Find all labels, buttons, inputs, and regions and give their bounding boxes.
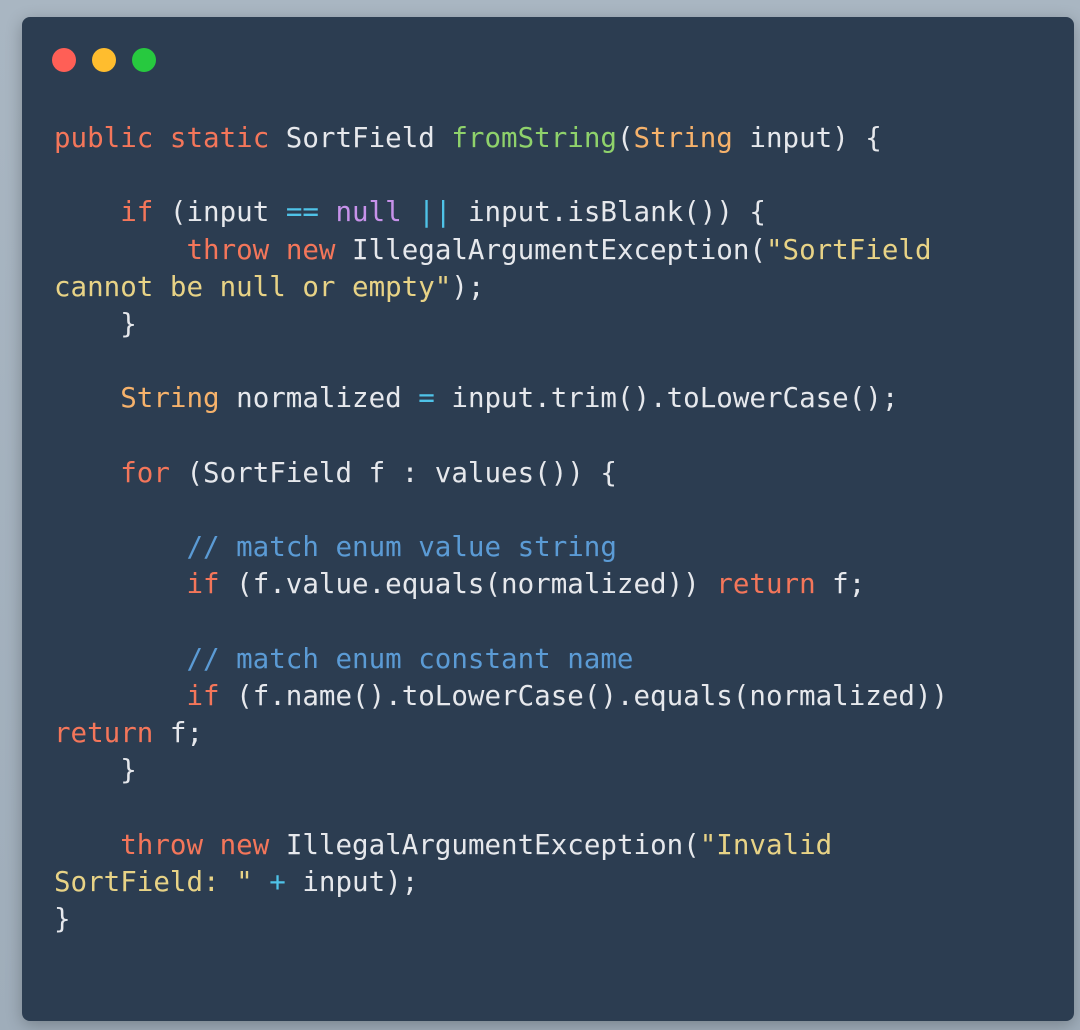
code-token: // match enum value string (186, 531, 617, 564)
code-token: f; (815, 568, 866, 601)
code-line: return f; (54, 715, 948, 752)
code-token: normalized (219, 382, 419, 415)
code-token: } (54, 307, 137, 340)
code-token: if (120, 196, 154, 229)
code-line: // match enum value string (54, 529, 948, 566)
code-line: } (54, 752, 948, 789)
code-token: String (633, 122, 733, 154)
code-line: ​ (54, 343, 948, 380)
code-token: SortField (269, 122, 452, 154)
code-token: (f.value.equals(normalized)) (219, 568, 717, 601)
code-line: if (input == null || input.isBlank()) { (54, 194, 948, 231)
code-token: IllegalArgumentException( (335, 233, 766, 266)
code-line: cannot be null or empty"); (54, 269, 948, 306)
code-token: f; (153, 717, 204, 749)
code-token: } (54, 902, 71, 935)
minimize-button[interactable] (92, 48, 116, 72)
code-token: (input (153, 196, 286, 229)
code-token: for (120, 456, 170, 489)
code-line: throw new IllegalArgumentException("Inva… (54, 827, 948, 864)
code-token: static (169, 122, 270, 154)
code-line: String normalized = input.trim().toLower… (54, 380, 948, 417)
code-token: ( (616, 122, 634, 154)
code-token: null (335, 196, 402, 229)
code-block: public static SortField fromString(Strin… (54, 120, 948, 938)
code-token: "SortField (765, 233, 932, 266)
code-token: // match enum constant name (186, 642, 634, 675)
code-line: for (SortField f : values()) { (54, 455, 948, 492)
code-token: (SortField f : values()) { (169, 456, 617, 489)
code-line: public static SortField fromString(Strin… (54, 120, 948, 157)
code-token: + (269, 865, 286, 898)
code-token: } (54, 754, 137, 787)
code-line: if (f.value.equals(normalized)) return f… (54, 566, 948, 603)
code-line: throw new IllegalArgumentException("Sort… (54, 232, 948, 269)
code-line: // match enum constant name (54, 641, 948, 678)
code-token: new (285, 233, 336, 266)
code-line: ​ (54, 603, 948, 640)
code-token: (f.name().toLowerCase().equals(normalize… (219, 679, 949, 712)
code-token: fromString (451, 122, 617, 154)
code-line: if (f.name().toLowerCase().equals(normal… (54, 678, 948, 715)
code-token: ); (451, 270, 485, 303)
code-line: ​ (54, 492, 948, 529)
code-token: == (285, 196, 319, 229)
code-token: return (54, 717, 154, 749)
code-line: } (54, 306, 948, 343)
code-line: ​ (54, 418, 948, 455)
code-token: return (716, 568, 816, 601)
code-token: = (418, 382, 435, 415)
code-line: } (54, 901, 948, 938)
code-token: || (418, 196, 452, 229)
code-token: String (120, 382, 220, 415)
maximize-button[interactable] (132, 48, 156, 72)
code-token: "Invalid (699, 828, 833, 861)
code-token: public (54, 122, 154, 154)
code-line: ​ (54, 157, 948, 194)
code-window: public static SortField fromString(Strin… (22, 17, 1074, 1021)
code-line: ​ (54, 789, 948, 826)
close-button[interactable] (52, 48, 76, 72)
code-token: if (186, 679, 220, 712)
code-token: input.trim().toLowerCase(); (434, 382, 899, 415)
code-token: throw (186, 233, 270, 266)
code-token: input); (285, 865, 419, 898)
code-token: new (219, 828, 270, 861)
code-token: if (186, 568, 220, 601)
code-token: cannot be null or empty" (54, 270, 452, 303)
code-token: IllegalArgumentException( (269, 828, 700, 861)
code-token: SortField: " (54, 865, 253, 898)
code-token: throw (120, 828, 204, 861)
code-token: input.isBlank()) { (451, 196, 766, 229)
code-line: SortField: " + input); (54, 864, 948, 901)
code-token: input) { (732, 122, 882, 154)
